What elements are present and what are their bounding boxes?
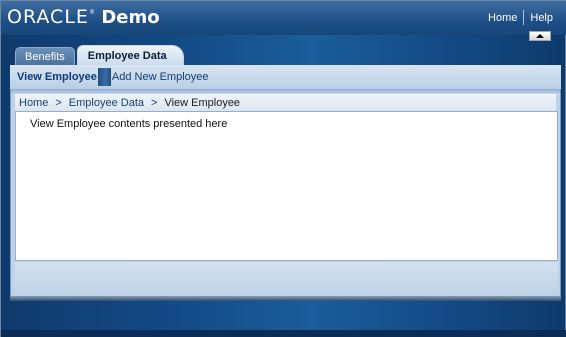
app-title: Demo	[101, 7, 160, 28]
panel-footer	[15, 262, 558, 292]
panel-shadow	[10, 297, 561, 301]
home-link[interactable]: Home	[488, 12, 517, 24]
breadcrumb-current: View Employee	[164, 97, 241, 109]
global-links: Home Help	[488, 10, 553, 25]
breadcrumb-home[interactable]: Home	[19, 97, 48, 109]
subnav-add-new-employee[interactable]: Add New Employee	[112, 71, 209, 83]
subnav-view-employee[interactable]: View Employee	[17, 71, 97, 83]
content-area: View Employee contents presented here	[15, 111, 558, 261]
breadcrumb: Home > Employee Data > View Employee	[15, 94, 556, 111]
registered-mark: ®	[89, 10, 95, 16]
oracle-logo-text: ORACLE	[7, 6, 89, 28]
collapse-header-button[interactable]	[529, 31, 551, 41]
footer-band	[1, 330, 566, 337]
triangle-up-icon	[536, 34, 544, 38]
tab-employee-data[interactable]: Employee Data	[76, 45, 184, 65]
header-bar: ORACLE ® Demo Home Help	[1, 1, 566, 35]
content-text: View Employee contents presented here	[30, 118, 228, 130]
breadcrumb-employee-data[interactable]: Employee Data	[69, 97, 144, 109]
app-window: ORACLE ® Demo Home Help Benefits Employe…	[0, 0, 566, 337]
breadcrumb-separator: >	[151, 97, 158, 109]
tab-benefits[interactable]: Benefits	[15, 47, 75, 65]
app-logo: ORACLE ® Demo	[7, 6, 160, 28]
sub-navigation: View Employee Add New Employee	[10, 65, 561, 89]
subnav-divider	[97, 68, 111, 86]
link-separator	[523, 10, 525, 25]
help-link[interactable]: Help	[530, 12, 553, 24]
tab-bar: Benefits Employee Data	[15, 45, 186, 65]
content-panel: Home > Employee Data > View Employee Vie…	[10, 89, 561, 297]
breadcrumb-separator: >	[55, 97, 62, 109]
